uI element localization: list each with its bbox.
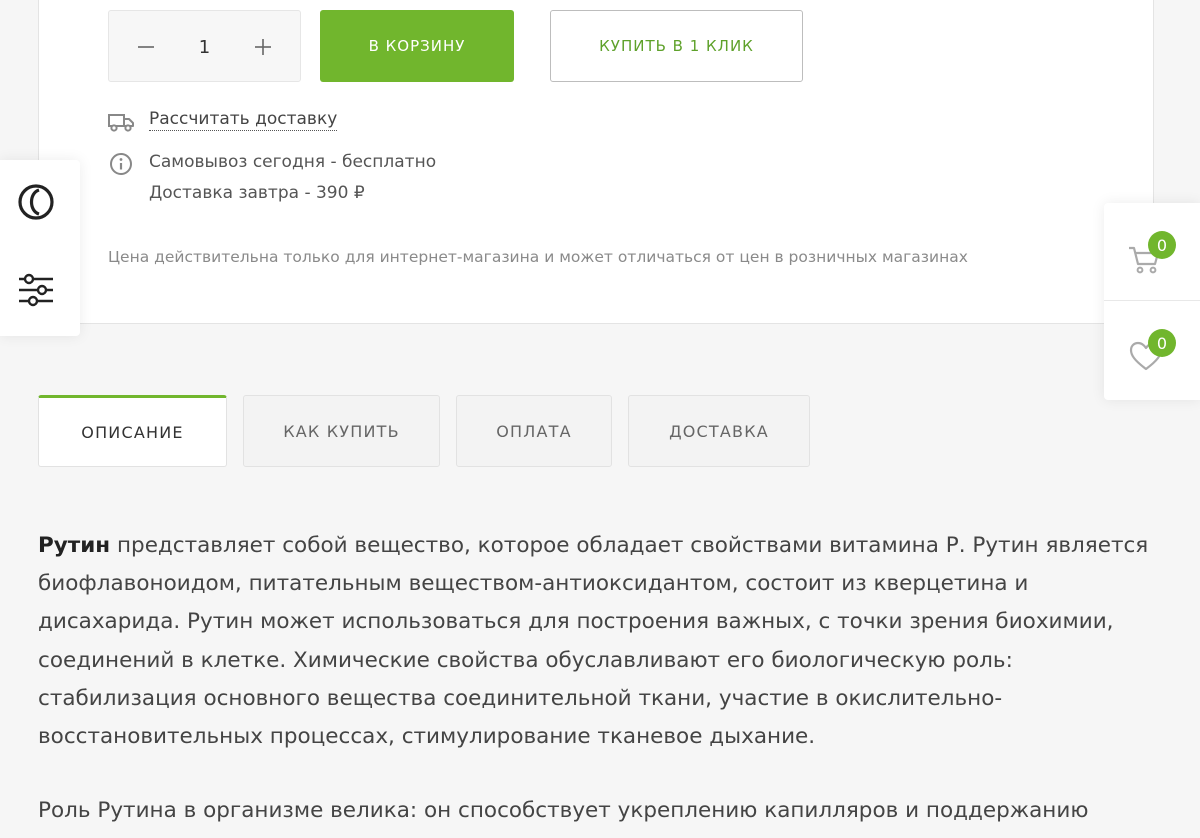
favorites-count-badge: 0 (1148, 329, 1176, 357)
truck-icon (108, 114, 134, 132)
info-icon (110, 153, 132, 175)
pickup-info: Самовывоз сегодня - бесплатно (149, 152, 437, 172)
right-floating-panel: 0 0 (1104, 203, 1200, 400)
tab-how-to-buy[interactable]: КАК КУПИТЬ (243, 395, 440, 467)
calculate-delivery-link[interactable]: Рассчитать доставку (149, 108, 338, 131)
description-text: представляет собой вещество, которое обл… (38, 533, 1149, 750)
description-bold-term: Рутин (38, 533, 111, 558)
cart-count-badge: 0 (1148, 231, 1176, 259)
left-floating-panel (0, 160, 80, 336)
compare-icon[interactable] (16, 182, 56, 222)
price-disclaimer: Цена действительна только для интернет-м… (108, 248, 968, 266)
quantity-decrease-button[interactable] (114, 11, 178, 83)
quantity-stepper[interactable]: 1 (108, 10, 301, 82)
add-to-cart-button[interactable]: В КОРЗИНУ (320, 10, 514, 82)
quantity-increase-button[interactable] (231, 11, 295, 83)
tab-delivery[interactable]: ДОСТАВКА (628, 395, 810, 467)
page: 1 В КОРЗИНУ КУПИТЬ В 1 КЛИК Рассчитать д… (0, 0, 1200, 838)
description-paragraph: Рутин представляет собой вещество, котор… (38, 527, 1168, 756)
delivery-info: Доставка завтра - 390 ₽ (149, 183, 365, 203)
minus-icon (138, 46, 154, 48)
quantity-value[interactable]: 1 (173, 11, 236, 83)
right-panel-divider (1104, 300, 1200, 301)
description-paragraph-2: Роль Рутина в организме велика: он спосо… (38, 798, 1089, 823)
plus-icon (255, 39, 271, 55)
tab-payment[interactable]: ОПЛАТА (456, 395, 612, 467)
tab-description[interactable]: ОПИСАНИЕ (38, 395, 227, 467)
filter-settings-icon[interactable] (16, 270, 56, 310)
buy-one-click-button[interactable]: КУПИТЬ В 1 КЛИК (550, 10, 803, 82)
